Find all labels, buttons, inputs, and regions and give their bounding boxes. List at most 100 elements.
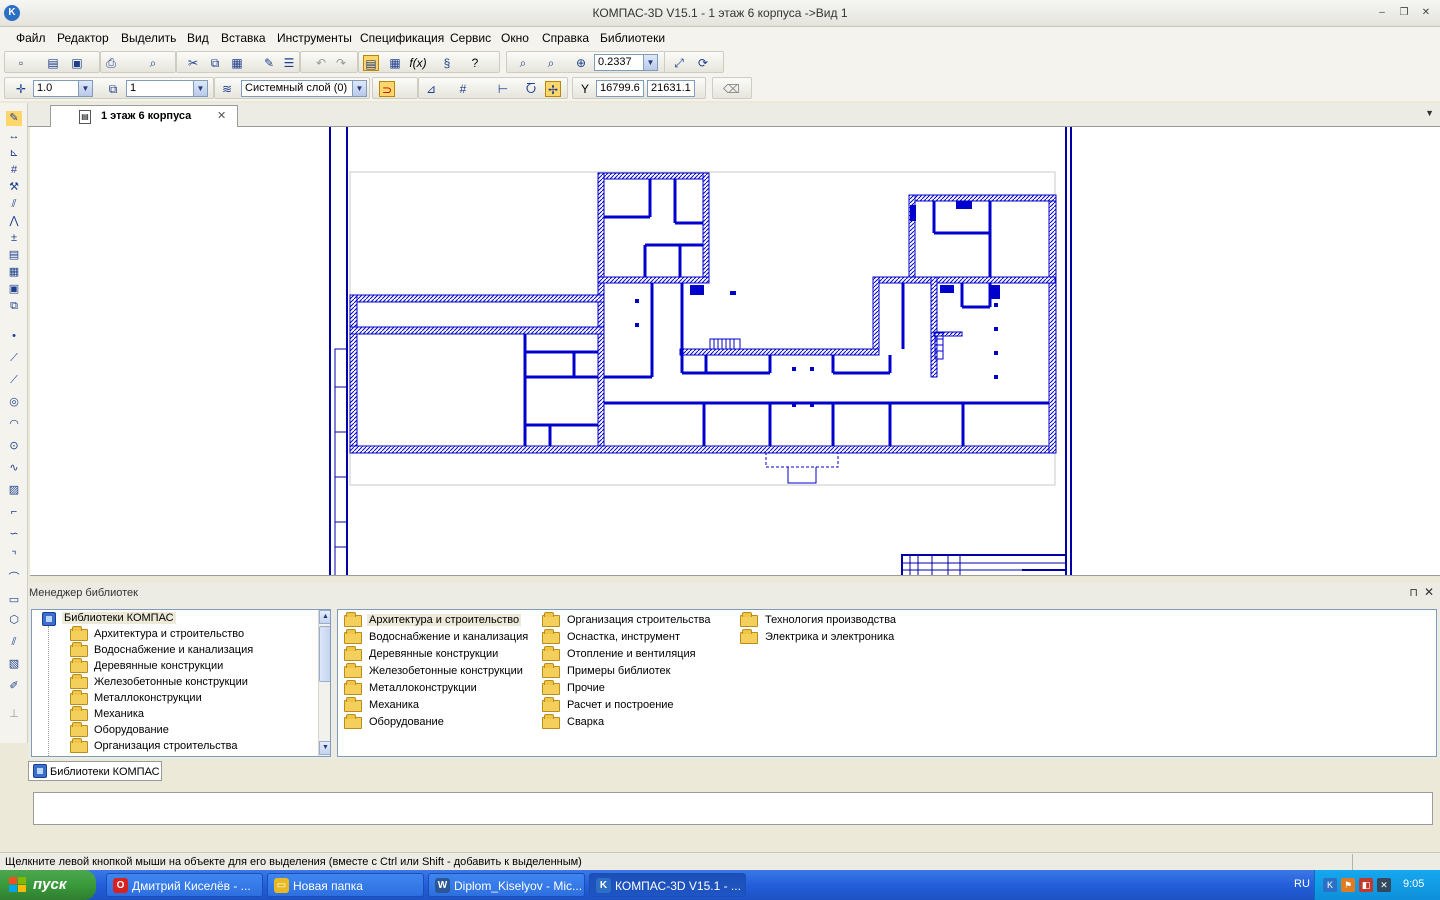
circle-icon[interactable]: ◎: [6, 395, 22, 410]
zoom-scale-combo[interactable]: 0.2337 ▼: [594, 54, 658, 71]
menu-libraries[interactable]: Библиотеки: [600, 31, 665, 45]
fill-icon[interactable]: ▧: [6, 657, 22, 672]
arc-icon[interactable]: ◠: [6, 417, 22, 432]
taskbar-item-kompas[interactable]: K КОМПАС-3D V15.1 - ...: [589, 873, 746, 897]
tab-close-icon[interactable]: ✕: [217, 109, 226, 122]
coord-y-field[interactable]: 21631.1: [647, 80, 695, 97]
magnet-snap-icon[interactable]: ⊃: [379, 81, 395, 97]
copy-icon[interactable]: ⧉: [207, 55, 223, 71]
menu-specification[interactable]: Спецификация: [360, 31, 444, 45]
taskbar-item-opera[interactable]: O Дмитрий Киселёв - ...: [106, 873, 263, 897]
tab-list-chevron-icon[interactable]: ▼: [1425, 108, 1434, 118]
language-indicator[interactable]: RU: [1294, 878, 1310, 890]
bezier-icon[interactable]: ∽: [6, 527, 22, 542]
chevron-down-icon[interactable]: ▼: [643, 55, 657, 70]
format-brush-icon[interactable]: ✎: [261, 55, 277, 71]
drawing-canvas[interactable]: [30, 127, 1440, 576]
print-preview-icon[interactable]: ⌕: [145, 55, 161, 71]
undo-icon[interactable]: ↶: [313, 55, 329, 71]
geometry-icon[interactable]: ✎: [6, 111, 22, 126]
measure-tool-icon[interactable]: ⫽: [6, 197, 22, 212]
ortho-icon[interactable]: ⊿: [423, 81, 439, 97]
menu-insert[interactable]: Вставка: [221, 31, 266, 45]
volume-tray-icon[interactable]: ✕: [1377, 878, 1391, 892]
hatch-icon[interactable]: ▨: [6, 483, 22, 498]
cursor-step-icon[interactable]: ✛: [13, 81, 29, 97]
zoom-in-icon[interactable]: ⊕: [573, 55, 589, 71]
scroll-up-icon[interactable]: ▲: [319, 610, 330, 624]
network-tray-icon[interactable]: ◧: [1359, 878, 1373, 892]
scroll-down-icon[interactable]: ▼: [319, 741, 330, 755]
spec-icon[interactable]: ▤: [6, 248, 22, 263]
library-manager-icon[interactable]: ▦: [387, 55, 403, 71]
refresh-icon[interactable]: ⟳: [695, 55, 711, 71]
variables-fx-icon[interactable]: f(x): [407, 55, 429, 71]
new-file-icon[interactable]: ▫: [13, 55, 29, 71]
menu-select[interactable]: Выделить: [121, 31, 176, 45]
antivirus-tray-icon[interactable]: ⚑: [1341, 878, 1355, 892]
menu-service[interactable]: Сервис: [450, 31, 491, 45]
parametrization-icon[interactable]: ⚒: [6, 180, 22, 195]
chevron-down-icon[interactable]: ▼: [352, 81, 366, 96]
view-icon[interactable]: ⧉: [105, 81, 121, 97]
menu-window[interactable]: Окно: [501, 31, 529, 45]
insert-icon[interactable]: ▣: [6, 282, 22, 297]
scroll-thumb[interactable]: [319, 626, 330, 682]
chamfer-icon[interactable]: ⌝: [6, 549, 22, 564]
layers-icon[interactable]: ≋: [219, 81, 235, 97]
layer-combo[interactable]: Системный слой (0) ▼: [241, 80, 367, 97]
step-combo[interactable]: 1.0 ▼: [33, 80, 93, 97]
tab-document[interactable]: ▤ 1 этаж 6 корпуса ✕: [50, 105, 238, 127]
start-button[interactable]: пуск: [0, 870, 96, 900]
cut-icon[interactable]: ✂: [185, 55, 201, 71]
segment-icon[interactable]: ⟋: [6, 373, 22, 388]
brush-icon[interactable]: ✐: [6, 679, 22, 694]
dimensions-icon[interactable]: ↔: [6, 129, 22, 144]
kompas-tray-icon[interactable]: K: [1323, 878, 1337, 892]
local-cs-icon[interactable]: ⊢: [495, 81, 511, 97]
pin-icon[interactable]: ⊓: [1409, 586, 1418, 599]
tree-scrollbar[interactable]: ▲ ▼: [318, 610, 330, 756]
measure-icon[interactable]: §: [439, 55, 455, 71]
rectangle-icon[interactable]: ▭: [6, 593, 22, 608]
open-folder-icon[interactable]: ▤: [45, 55, 61, 71]
fillet-icon[interactable]: ⌒: [6, 571, 22, 586]
coord-x-field[interactable]: 16799.6: [596, 80, 644, 97]
editing-icon[interactable]: #: [6, 163, 22, 178]
tab-kompas-libraries[interactable]: Библиотеки КОМПАС: [28, 761, 162, 781]
parametric-icon[interactable]: ✢: [545, 81, 561, 97]
pan-icon[interactable]: ⤢: [671, 55, 687, 71]
library-tree[interactable]: Библиотеки КОМПАС Архитектура и строител…: [31, 609, 331, 757]
zoom-fit-icon[interactable]: ⌕: [543, 55, 559, 71]
constraints-icon[interactable]: ±: [6, 231, 22, 246]
point-icon[interactable]: •: [6, 329, 22, 344]
minimize-button[interactable]: –: [1374, 6, 1390, 20]
restore-button[interactable]: ❐: [1396, 6, 1412, 20]
views-icon[interactable]: ⧉: [6, 299, 22, 314]
taskbar-item-folder[interactable]: ▭ Новая папка: [267, 873, 424, 897]
stop-icon[interactable]: ⊥: [6, 707, 22, 722]
spline-icon[interactable]: ∿: [6, 461, 22, 476]
menu-editor[interactable]: Редактор: [57, 31, 109, 45]
equidistant-icon[interactable]: ⫽: [6, 635, 22, 650]
polygon-icon[interactable]: ⬡: [6, 613, 22, 628]
help-pointer-icon[interactable]: ?: [467, 55, 483, 71]
ortho-mode-icon[interactable]: Ⴀ: [523, 81, 539, 97]
paste-icon[interactable]: ▦: [229, 55, 245, 71]
taskbar-item-word[interactable]: W Diplom_Kiselyov - Mic...: [428, 873, 585, 897]
view-number-combo[interactable]: 1 ▼: [126, 80, 208, 97]
save-icon[interactable]: ▣: [69, 55, 85, 71]
menu-file[interactable]: Файл: [16, 31, 46, 45]
menu-view[interactable]: Вид: [187, 31, 209, 45]
aux-line-icon[interactable]: ⟋: [6, 351, 22, 366]
chevron-down-icon[interactable]: ▼: [193, 81, 207, 96]
print-icon[interactable]: ⎙: [103, 55, 119, 71]
tree-panel-icon[interactable]: ▤: [363, 55, 379, 71]
ellipse-icon[interactable]: ⊙: [6, 439, 22, 454]
grid-icon[interactable]: #: [455, 81, 471, 97]
chevron-down-icon[interactable]: ▼: [78, 81, 92, 96]
designations-icon[interactable]: ⊾: [6, 146, 22, 161]
close-button[interactable]: ✕: [1418, 6, 1434, 20]
redo-icon[interactable]: ↷: [333, 55, 349, 71]
properties-icon[interactable]: ☰: [281, 55, 297, 71]
